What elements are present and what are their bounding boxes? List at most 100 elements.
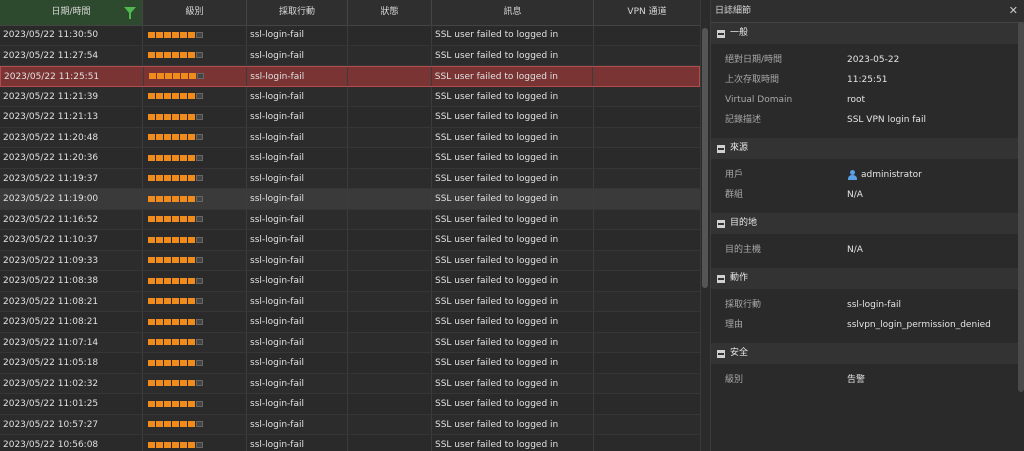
section-header-general[interactable]: 一般 <box>711 23 1024 44</box>
level-indicator <box>148 318 203 325</box>
detail-field: 上次存取時間 11:25:51 <box>711 70 1024 90</box>
cell-datetime: 2023/05/22 11:05:18 <box>0 353 143 373</box>
cell-datetime: 2023/05/22 11:27:54 <box>0 45 143 65</box>
cell-datetime: 2023/05/22 11:19:37 <box>0 168 143 188</box>
level-indicator <box>148 257 203 264</box>
cell-datetime: 2023/05/22 11:10:37 <box>0 230 143 250</box>
table-scrollbar-thumb[interactable] <box>702 28 708 288</box>
level-indicator <box>148 93 203 100</box>
section-body-source: 用戶 administrator 群組 N/A <box>711 159 1024 213</box>
detail-field-value: N/A <box>847 185 863 205</box>
section-header-destination[interactable]: 目的地 <box>711 213 1024 234</box>
table-row[interactable]: 2023/05/22 11:19:00 ssl-login-fail SSL use… <box>0 189 700 210</box>
user-icon <box>847 170 857 180</box>
cell-level-bar <box>143 230 247 250</box>
table-row[interactable]: 2023/05/22 11:08:38 ssl-login-fail SSL use… <box>0 271 700 292</box>
table-row[interactable]: 2023/05/22 11:07:14 ssl-login-fail SSL use… <box>0 332 700 353</box>
cell-vpn-tunnel <box>594 415 700 435</box>
level-segment <box>164 154 171 161</box>
table-row[interactable]: 2023/05/22 11:25:51 ssl-login-fail SSL use… <box>0 66 700 87</box>
collapse-icon[interactable] <box>717 219 725 228</box>
level-segment <box>156 298 163 305</box>
table-row[interactable]: 2023/05/22 11:27:54 ssl-login-fail SSL use… <box>0 45 700 66</box>
table-row[interactable]: 2023/05/22 11:02:32 ssl-login-fail SSL use… <box>0 373 700 394</box>
detail-field: 記錄描述 SSL VPN login fail <box>711 110 1024 130</box>
level-segment <box>172 216 179 223</box>
detail-field-label: 絕對日期/時間 <box>725 55 783 65</box>
table-row[interactable]: 2023/05/22 11:21:39 ssl-login-fail SSL use… <box>0 86 700 107</box>
table-row[interactable]: 2023/05/22 11:10:37 ssl-login-fail SSL use… <box>0 230 700 251</box>
column-header-status[interactable]: 狀態 <box>348 0 432 25</box>
cell-level-bar <box>144 67 248 86</box>
level-segment <box>188 134 195 141</box>
collapse-icon[interactable] <box>717 349 725 358</box>
column-header-label: 狀態 <box>380 7 399 17</box>
level-segment <box>172 31 179 38</box>
level-indicator <box>148 339 203 346</box>
level-segment <box>164 73 172 80</box>
cell-level-bar <box>143 168 247 188</box>
cell-action: ssl-login-fail <box>247 25 348 45</box>
cell-action: ssl-login-fail <box>247 394 348 414</box>
column-header-vpn-tunnel[interactable]: VPN 通道 <box>594 0 700 25</box>
cell-message: SSL user failed to logged in <box>432 230 594 250</box>
level-segment <box>148 175 155 182</box>
cell-datetime: 2023/05/22 10:56:08 <box>0 435 143 451</box>
column-header-level[interactable]: 級別 <box>143 0 247 25</box>
level-segment <box>156 134 163 141</box>
level-segment <box>196 380 203 387</box>
column-header-action[interactable]: 採取行動 <box>247 0 348 25</box>
level-segment <box>148 134 155 141</box>
section-header-security[interactable]: 安全 <box>711 343 1024 364</box>
level-segment <box>196 236 203 243</box>
table-row[interactable]: 2023/05/22 11:19:37 ssl-login-fail SSL use… <box>0 168 700 189</box>
cell-datetime: 2023/05/22 11:08:21 <box>0 291 143 311</box>
cell-status <box>348 86 432 106</box>
collapse-icon[interactable] <box>717 29 725 38</box>
cell-message: SSL user failed to logged in <box>432 189 594 209</box>
section-header-source[interactable]: 來源 <box>711 138 1024 159</box>
cell-message: SSL user failed to logged in <box>432 148 594 168</box>
table-row[interactable]: 2023/05/22 10:56:08 ssl-login-fail SSL use… <box>0 435 700 451</box>
level-segment <box>148 52 155 59</box>
cell-action: ssl-login-fail <box>247 373 348 393</box>
table-row[interactable]: 2023/05/22 11:05:18 ssl-login-fail SSL use… <box>0 353 700 374</box>
table-row[interactable]: 2023/05/22 11:08:21 ssl-login-fail SSL use… <box>0 291 700 312</box>
table-row[interactable]: 2023/05/22 11:30:50 ssl-login-fail SSL use… <box>0 25 700 46</box>
column-header-datetime[interactable]: 日期/時間 <box>0 0 143 25</box>
level-segment <box>180 216 187 223</box>
table-row[interactable]: 2023/05/22 10:57:27 ssl-login-fail SSL use… <box>0 414 700 435</box>
column-header-label: VPN 通道 <box>627 7 667 17</box>
level-segment <box>188 154 195 161</box>
filter-icon[interactable] <box>124 7 136 19</box>
cell-message: SSL user failed to logged in <box>432 168 594 188</box>
level-segment <box>180 154 187 161</box>
collapse-icon[interactable] <box>717 144 725 153</box>
cell-message: SSL user failed to logged in <box>432 67 594 86</box>
level-segment <box>172 380 179 387</box>
detail-scrollbar-thumb[interactable] <box>1018 22 1024 392</box>
table-row[interactable]: 2023/05/22 11:20:48 ssl-login-fail SSL use… <box>0 127 700 148</box>
cell-vpn-tunnel <box>594 25 700 45</box>
table-row[interactable]: 2023/05/22 11:08:21 ssl-login-fail SSL use… <box>0 312 700 333</box>
level-segment <box>172 134 179 141</box>
level-segment <box>180 175 187 182</box>
cell-vpn-tunnel <box>594 353 700 373</box>
level-segment <box>172 154 179 161</box>
table-row[interactable]: 2023/05/22 11:20:36 ssl-login-fail SSL use… <box>0 148 700 169</box>
table-row[interactable]: 2023/05/22 11:01:25 ssl-login-fail SSL use… <box>0 394 700 415</box>
level-segment <box>172 236 179 243</box>
table-row[interactable]: 2023/05/22 11:16:52 ssl-login-fail SSL use… <box>0 209 700 230</box>
table-row[interactable]: 2023/05/22 11:21:13 ssl-login-fail SSL use… <box>0 107 700 128</box>
column-header-message[interactable]: 訊息 <box>432 0 594 25</box>
level-segment <box>196 175 203 182</box>
close-icon[interactable]: ✕ <box>1009 0 1018 22</box>
cell-status <box>348 373 432 393</box>
section-header-action[interactable]: 動作 <box>711 268 1024 289</box>
cell-action: ssl-login-fail <box>247 291 348 311</box>
level-indicator <box>148 175 203 182</box>
table-row[interactable]: 2023/05/22 11:09:33 ssl-login-fail SSL use… <box>0 250 700 271</box>
level-indicator <box>148 421 203 428</box>
level-segment <box>180 257 187 264</box>
collapse-icon[interactable] <box>717 274 725 283</box>
